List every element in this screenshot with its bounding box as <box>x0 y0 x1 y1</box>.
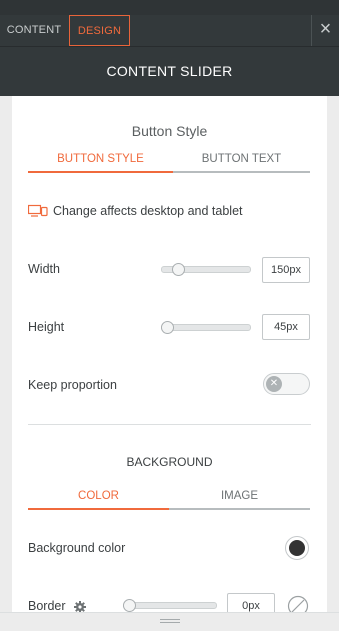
tab-color[interactable]: COLOR <box>28 488 169 508</box>
tab-design[interactable]: DESIGN <box>69 15 130 46</box>
background-color-label: Background color <box>28 541 126 555</box>
keep-proportion-toggle[interactable]: ✕ <box>263 373 310 395</box>
button-style-tabs: BUTTON STYLE BUTTON TEXT <box>28 151 310 173</box>
desktop-tablet-icon <box>27 204 48 218</box>
close-icon: × <box>319 18 332 40</box>
tab-underline <box>169 508 310 510</box>
tab-image[interactable]: IMAGE <box>169 488 310 508</box>
toggle-off-icon: ✕ <box>266 376 282 392</box>
border-label: Border <box>28 599 66 612</box>
tab-content[interactable]: CONTENT <box>0 15 68 46</box>
width-label: Width <box>28 262 60 276</box>
keep-proportion-label: Keep proportion <box>28 378 117 392</box>
gear-icon[interactable] <box>74 600 86 612</box>
editor-tab-bar: CONTENT DESIGN × <box>0 15 339 47</box>
tab-button-style[interactable]: BUTTON STYLE <box>28 151 173 171</box>
height-label: Height <box>28 320 65 334</box>
border-slider[interactable] <box>123 602 217 609</box>
height-slider-handle[interactable] <box>161 321 174 334</box>
active-tab-indicator <box>28 508 169 510</box>
height-input[interactable]: 45px <box>262 314 310 340</box>
resize-handle[interactable] <box>0 612 339 631</box>
grip-line <box>160 619 180 620</box>
background-tabs: COLOR IMAGE <box>28 488 310 510</box>
section-divider <box>28 424 311 425</box>
close-button[interactable]: × <box>311 15 339 46</box>
tab-button-text[interactable]: BUTTON TEXT <box>173 151 310 171</box>
height-slider[interactable] <box>161 324 251 331</box>
button-style-title: Button Style <box>131 123 208 139</box>
device-scope-note: Change affects desktop and tablet <box>53 204 243 218</box>
width-slider-handle[interactable] <box>172 263 185 276</box>
active-tab-indicator <box>28 171 173 173</box>
border-input[interactable]: 0px <box>227 593 275 612</box>
grip-line <box>160 622 180 623</box>
border-slider-handle[interactable] <box>123 599 136 612</box>
color-preview <box>289 540 305 556</box>
background-title: BACKGROUND <box>126 455 213 469</box>
no-border-icon[interactable] <box>287 595 309 612</box>
panel-title: CONTENT SLIDER <box>0 47 339 96</box>
tab-underline <box>173 171 310 173</box>
window-top-strip <box>0 0 339 15</box>
background-color-swatch[interactable] <box>285 536 309 560</box>
settings-panel: Button Style BUTTON STYLE BUTTON TEXT Ch… <box>12 96 327 612</box>
width-input[interactable]: 150px <box>262 257 310 283</box>
